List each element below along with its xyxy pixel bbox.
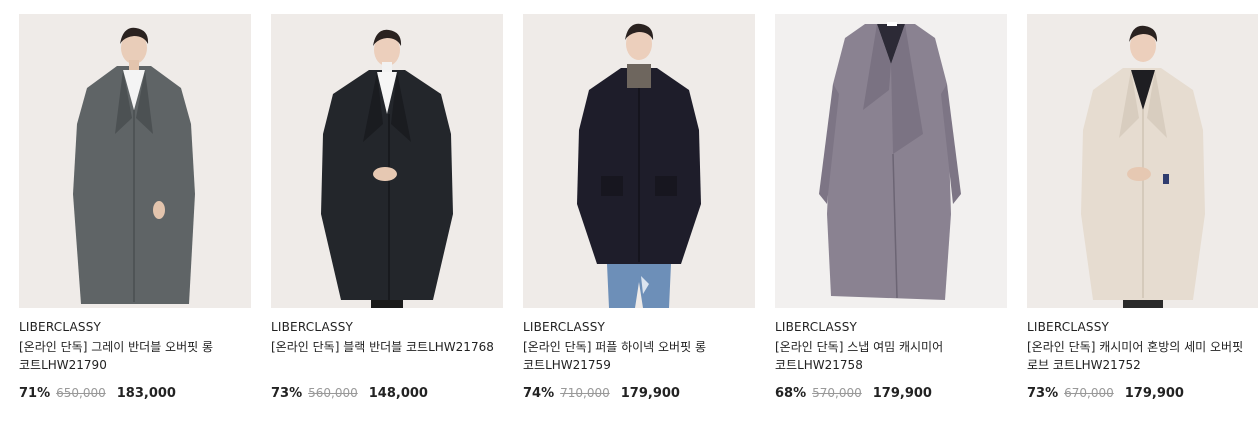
product-card[interactable]: LIBERCLASSY [온라인 단독] 캐시미어 혼방의 세미 오버핏 로브 …: [1027, 14, 1258, 434]
product-image[interactable]: [523, 14, 755, 308]
sale-price: 179,900: [620, 386, 680, 401]
original-price: 670,000: [1064, 386, 1114, 400]
product-brand: LIBERCLASSY: [523, 320, 606, 334]
discount-rate: 74%: [523, 386, 555, 401]
original-price: 650,000: [56, 386, 106, 400]
product-brand: LIBERCLASSY: [1027, 320, 1110, 334]
original-price: 710,000: [560, 386, 610, 400]
product-image[interactable]: [271, 14, 503, 308]
model-coat-image: [523, 14, 755, 308]
model-coat-image: [271, 14, 503, 308]
product-name[interactable]: [온라인 단독] 퍼플 하이넥 오버핏 롱 코트LHW21759: [523, 338, 755, 374]
product-card[interactable]: LIBERCLASSY [온라인 단독] 그레이 반더블 오버핏 롱 코트LHW…: [19, 14, 251, 434]
product-brand: LIBERCLASSY: [19, 320, 102, 334]
original-price: 560,000: [308, 386, 358, 400]
price-row: 73% 560,000 148,000: [271, 386, 428, 401]
product-image[interactable]: [19, 14, 251, 308]
discount-rate: 73%: [271, 386, 303, 401]
product-name[interactable]: [온라인 단독] 블랙 반더블 코트LHW21768: [271, 338, 503, 356]
price-row: 73% 670,000 179,900: [1027, 386, 1184, 401]
product-brand: LIBERCLASSY: [271, 320, 354, 334]
price-row: 71% 650,000 183,000: [19, 386, 176, 401]
model-coat-image: [1027, 14, 1258, 308]
product-grid: LIBERCLASSY [온라인 단독] 그레이 반더블 오버핏 롱 코트LHW…: [0, 0, 1258, 443]
product-card[interactable]: LIBERCLASSY [온라인 단독] 퍼플 하이넥 오버핏 롱 코트LHW2…: [523, 14, 755, 434]
product-card[interactable]: LIBERCLASSY [온라인 단독] 스냅 여밈 캐시미어 코트LHW217…: [775, 14, 1007, 434]
discount-rate: 68%: [775, 386, 807, 401]
sale-price: 179,900: [1124, 386, 1184, 401]
sale-price: 183,000: [116, 386, 176, 401]
product-brand: LIBERCLASSY: [775, 320, 858, 334]
sale-price: 179,900: [872, 386, 932, 401]
discount-rate: 71%: [19, 386, 51, 401]
price-row: 68% 570,000 179,900: [775, 386, 932, 401]
product-name[interactable]: [온라인 단독] 스냅 여밈 캐시미어 코트LHW21758: [775, 338, 1007, 374]
product-name[interactable]: [온라인 단독] 캐시미어 혼방의 세미 오버핏 로브 코트LHW21752: [1027, 338, 1258, 374]
coat-flat-image: [775, 14, 1007, 308]
product-image[interactable]: [775, 14, 1007, 308]
sale-price: 148,000: [368, 386, 428, 401]
product-card[interactable]: LIBERCLASSY [온라인 단독] 블랙 반더블 코트LHW21768 7…: [271, 14, 503, 434]
price-row: 74% 710,000 179,900: [523, 386, 680, 401]
original-price: 570,000: [812, 386, 862, 400]
product-name[interactable]: [온라인 단독] 그레이 반더블 오버핏 롱 코트LHW21790: [19, 338, 251, 374]
discount-rate: 73%: [1027, 386, 1059, 401]
product-image[interactable]: [1027, 14, 1258, 308]
model-coat-image: [19, 14, 251, 308]
